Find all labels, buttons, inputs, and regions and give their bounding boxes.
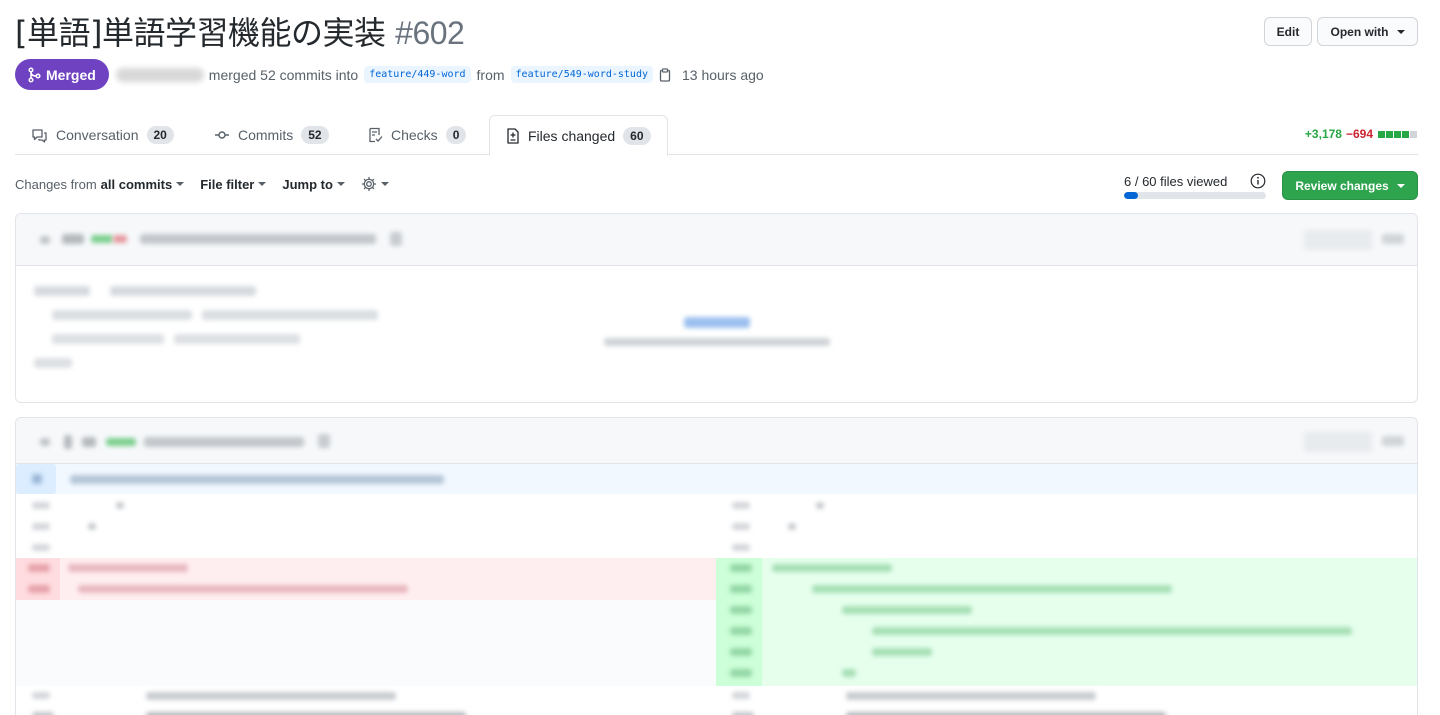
chevron-down-icon <box>176 182 185 186</box>
chevron-down-icon <box>258 182 267 186</box>
files-viewed-text: 6 / 60 files viewed <box>1124 174 1228 189</box>
pr-title-text: [単語]単語学習機能の実装 <box>15 14 386 52</box>
tab-label: Checks <box>391 127 438 143</box>
deletions-count: −694 <box>1345 127 1373 141</box>
jump-to-label: Jump to <box>282 176 333 192</box>
pr-title: [単語]単語学習機能の実装 #602 <box>15 8 465 54</box>
tab-checks[interactable]: Checks 0 <box>352 115 482 155</box>
tab-count: 60 <box>623 126 651 145</box>
progress-fill <box>1124 192 1139 199</box>
diffstat-block <box>1402 130 1409 138</box>
chevron-down-icon <box>1396 183 1405 188</box>
hunk-header <box>16 464 1417 494</box>
diff-toolbar: Changes from all commits File filter Jum… <box>15 176 405 192</box>
files-viewed-progress <box>1124 192 1266 199</box>
tab-count: 0 <box>445 126 467 144</box>
open-with-button[interactable]: Open with <box>1317 17 1418 46</box>
from-text: from <box>476 66 505 83</box>
file-diff-icon <box>507 127 519 144</box>
info-icon[interactable] <box>1250 173 1266 189</box>
tab-label: Files changed <box>528 127 616 144</box>
changes-from-prefix: Changes from <box>15 176 97 192</box>
edit-button[interactable]: Edit <box>1264 17 1312 46</box>
additions-count: +3,178 <box>1304 127 1342 141</box>
status-label: Merged <box>46 66 96 83</box>
file-filter-label: File filter <box>200 176 255 192</box>
gear-icon <box>361 176 377 192</box>
empty-diff-side <box>16 600 716 686</box>
comment-icon <box>32 128 47 143</box>
diffstat-block <box>1410 130 1417 138</box>
edit-button-label: Edit <box>1276 24 1300 39</box>
chevron-down-icon <box>380 182 389 186</box>
pr-number: #602 <box>395 15 465 51</box>
pr-tabs: Conversation 20 Commits 52 Checks 0 File… <box>15 115 1418 156</box>
file-diff-collapsed <box>15 213 1418 403</box>
chevron-down-icon <box>336 182 345 186</box>
checks-icon <box>369 127 383 143</box>
review-changes-button[interactable]: Review changes <box>1282 171 1418 200</box>
tab-files-changed[interactable]: Files changed 60 <box>489 115 668 156</box>
tab-conversation[interactable]: Conversation 20 <box>15 115 190 155</box>
review-changes-label: Review changes <box>1295 178 1389 193</box>
diff-settings-dropdown[interactable] <box>361 176 389 192</box>
copy-icon[interactable] <box>659 67 671 82</box>
deleted-lines <box>16 558 716 600</box>
diffstat-block <box>1378 130 1385 138</box>
status-badge: Merged <box>15 59 109 90</box>
file-header[interactable] <box>16 214 1417 266</box>
merge-icon <box>28 66 41 83</box>
head-branch[interactable]: feature/549-word-study <box>510 66 653 83</box>
open-with-label: Open with <box>1330 24 1389 39</box>
changes-from-value: all commits <box>100 176 173 192</box>
tab-label: Commits <box>238 127 294 143</box>
added-lines <box>716 558 1417 686</box>
chevron-down-icon <box>1396 29 1405 34</box>
tab-count: 52 <box>301 126 329 144</box>
tab-commits[interactable]: Commits 52 <box>198 115 345 155</box>
tab-label: Conversation <box>56 127 139 143</box>
file-diff-split <box>15 417 1418 715</box>
file-filter-dropdown[interactable]: File filter <box>200 176 267 192</box>
changes-from-dropdown[interactable]: Changes from all commits <box>15 176 185 192</box>
diffstat: +3,178 −694 <box>1305 127 1418 141</box>
file-header[interactable] <box>16 418 1417 464</box>
commit-icon <box>215 131 229 139</box>
jump-to-dropdown[interactable]: Jump to <box>282 177 345 192</box>
timestamp: 13 hours ago <box>681 66 764 83</box>
merge-text: merged 52 commits into <box>208 66 359 83</box>
tab-count: 20 <box>146 126 174 144</box>
diffstat-block <box>1386 130 1393 138</box>
diffstat-block <box>1394 130 1401 138</box>
pr-meta: Merged merged 52 commits into feature/44… <box>15 59 764 90</box>
base-branch[interactable]: feature/449-word <box>364 66 471 83</box>
avatar[interactable] <box>115 67 204 82</box>
